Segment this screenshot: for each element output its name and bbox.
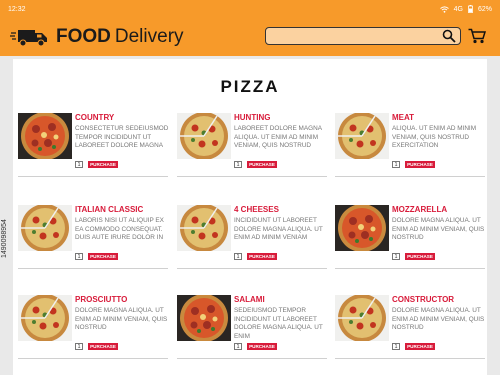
product-description: ALIQUA. UT ENIM AD MINIM VENIAM, QUIS NO… [392,125,477,150]
divider [177,176,327,177]
product-description: SEDEIUSMOD TEMPOR INCIDIDUNT UT LABOREET… [234,307,323,341]
status-bar: 12:32 4G 62% [0,0,500,18]
product-title[interactable]: SALAMI [234,295,265,304]
product-title[interactable]: COUNTRY [75,113,114,122]
product-card: MEAT ALIQUA. UT ENIM AD MINIM VENIAM, QU… [335,113,485,185]
brand-bold: FOOD [56,26,111,47]
purchase-button[interactable]: PURCHASE [247,343,277,350]
purchase-button[interactable]: PURCHASE [405,253,435,260]
purchase-button[interactable]: PURCHASE [88,161,118,168]
product-card: PROSCIUTTO DOLORE MAGNA ALIQUA. UT ENIM … [18,295,168,367]
product-image[interactable] [177,113,231,159]
divider [335,358,485,359]
search-box [265,27,461,47]
product-card: SALAMI SEDEIUSMOD TEMPOR INCIDIDUNT UT L… [177,295,327,367]
product-title[interactable]: MOZZARELLA [392,205,447,214]
purchase-button[interactable]: PURCHASE [405,343,435,350]
product-card: COUNTRY CONSECTETUR SEDEIUSMOD TEMPOR IN… [18,113,168,185]
product-card: CONSTRUCTOR DOLORE MAGNA ALIQUA. UT ENIM… [335,295,485,367]
divider [18,358,168,359]
product-description: CONSECTETUR SEDEIUSMOD TEMPOR INCIDIDUNT… [75,125,169,150]
product-title[interactable]: ITALIAN CLASSIC [75,205,143,214]
purchase-button[interactable]: PURCHASE [247,253,277,260]
product-title[interactable]: CONSTRUCTOR [392,295,454,304]
network-label: 4G [453,5,463,13]
brand-light: Delivery [114,26,184,47]
battery-icon [468,5,473,13]
purchase-button[interactable]: PURCHASE [88,343,118,350]
product-image[interactable] [335,113,389,159]
stock-watermark: 1490098954 [1,219,8,258]
purchase-button[interactable]: PURCHASE [88,253,118,260]
product-image[interactable] [177,295,231,341]
wifi-icon [439,5,449,13]
quantity-field[interactable]: 1 [234,343,242,350]
product-description: DOLORE MAGNA ALIQUA. UT ENIM AD MINIM VE… [392,217,485,242]
quantity-field[interactable]: 1 [392,161,400,168]
product-description: LABOREET DOLORE MAGNA ALIQUA. UT ENIM AD… [234,125,322,150]
product-title[interactable]: PROSCIUTTO [75,295,127,304]
product-title[interactable]: HUNTING [234,113,270,122]
product-description: LABORIS NISI UT ALIQUIP EX EA COMMODO CO… [75,217,164,242]
status-indicators: 4G 62% [439,5,492,13]
product-image[interactable] [18,295,72,341]
quantity-field[interactable]: 1 [234,253,242,260]
search-icon[interactable] [442,29,456,43]
brand-name: FOOD Delivery [56,26,184,48]
product-card: MOZZARELLA DOLORE MAGNA ALIQUA. UT ENIM … [335,205,485,277]
search-input[interactable] [266,30,436,47]
quantity-field[interactable]: 1 [392,253,400,260]
cart-icon[interactable] [468,28,486,44]
app-header: FOOD Delivery [0,18,500,56]
product-title[interactable]: MEAT [392,113,414,122]
product-card: ITALIAN CLASSIC LABORIS NISI UT ALIQUIP … [18,205,168,277]
quantity-field[interactable]: 1 [75,253,83,260]
divider [335,176,485,177]
divider [335,268,485,269]
divider [177,358,327,359]
quantity-field[interactable]: 1 [234,161,242,168]
purchase-button[interactable]: PURCHASE [405,161,435,168]
product-description: DOLORE MAGNA ALIQUA. UT ENIM AD MINIM VE… [75,307,168,332]
product-image[interactable] [18,205,72,251]
product-image[interactable] [335,205,389,251]
product-card: HUNTING LABOREET DOLORE MAGNA ALIQUA. UT… [177,113,327,185]
status-time: 12:32 [8,5,26,13]
product-description: DOLORE MAGNA ALIQUA. UT ENIM AD MINIM VE… [392,307,485,332]
page-title: PIZZA [220,77,280,96]
product-image[interactable] [177,205,231,251]
product-card: 4 CHEESES INCIDIDUNT UT LABOREET DOLORE … [177,205,327,277]
product-description: INCIDIDUNT UT LABOREET DOLORE MAGNA ALIQ… [234,217,323,242]
battery-label: 62% [477,5,492,13]
divider [18,176,168,177]
divider [177,268,327,269]
divider [18,268,168,269]
quantity-field[interactable]: 1 [75,343,83,350]
delivery-truck-icon [10,30,47,47]
purchase-button[interactable]: PURCHASE [247,161,277,168]
product-image[interactable] [335,295,389,341]
product-image[interactable] [18,113,72,159]
quantity-field[interactable]: 1 [392,343,400,350]
product-title[interactable]: 4 CHEESES [234,205,279,214]
product-panel: PIZZA COUNTRY CONSECTETUR SEDEIUSMOD TEM… [13,59,487,375]
quantity-field[interactable]: 1 [75,161,83,168]
